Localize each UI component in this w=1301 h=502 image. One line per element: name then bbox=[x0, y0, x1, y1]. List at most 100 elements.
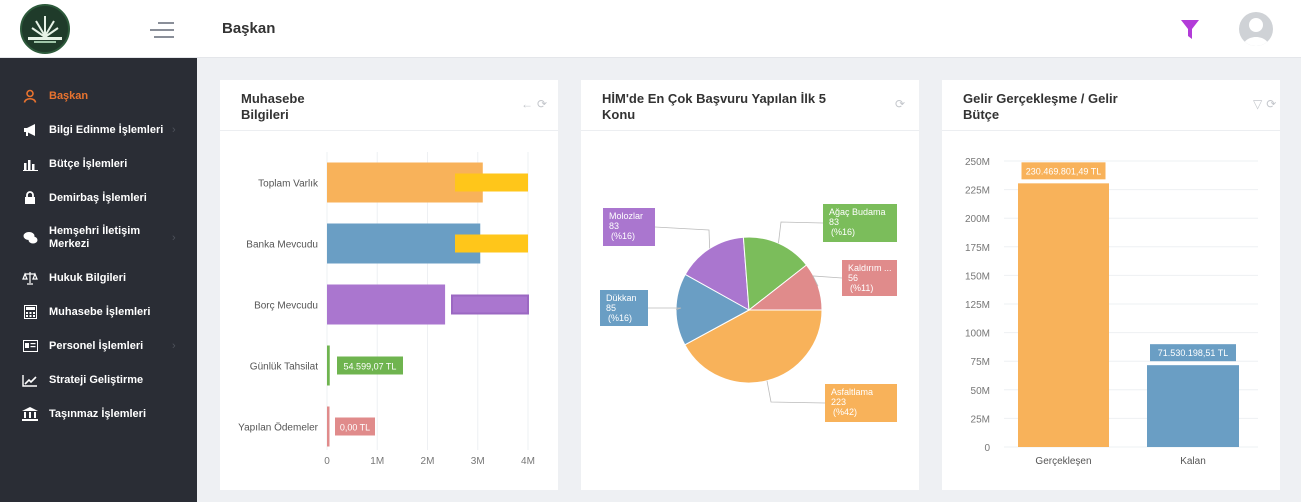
sidebar-item-label: Bilgi Edinme İşlemleri bbox=[49, 123, 164, 136]
bar bbox=[327, 406, 330, 447]
x-tick-label: 2M bbox=[421, 456, 435, 467]
y-tick-label: 175M bbox=[965, 243, 990, 254]
category-label: Yapılan Ödemeler bbox=[238, 422, 319, 434]
sidebar-item-label: Hemşehri İletişim Merkezi bbox=[49, 225, 141, 250]
pie-label-value: 56 bbox=[848, 273, 858, 283]
y-tick-label: 125M bbox=[965, 300, 990, 311]
card-title: Gelir Gerçekleşme / Gelir Bütçe bbox=[963, 91, 1118, 122]
revenue-card: Gelir Gerçekleşme / Gelir Bütçe ▽ ⟳ 0 25M 5… bbox=[942, 80, 1280, 490]
sidebar-item-label: Hukuk Bilgileri bbox=[49, 271, 127, 284]
y-tick-label: 75M bbox=[971, 357, 990, 368]
bar-overlay bbox=[455, 234, 528, 253]
data-label: 0,00 TL bbox=[340, 423, 370, 433]
revenue-bar-chart: 0 25M 50M 75M 100M 125M 150M 175M 200M 225M 250M 23… bbox=[965, 157, 1258, 467]
data-label: 230.469.801,49 TL bbox=[1026, 166, 1101, 176]
pie-label-pct: (%16) bbox=[611, 231, 635, 241]
category-label: Günlük Tahsilat bbox=[250, 362, 318, 373]
x-tick-label: 4M bbox=[521, 456, 535, 467]
pie-label-pct: (%16) bbox=[608, 313, 632, 323]
sidebar-item-demirbas[interactable]: Demirbaş İşlemleri bbox=[0, 183, 197, 213]
sidebar-item-tasinmaz[interactable]: Taşınmaz İşlemleri bbox=[0, 399, 197, 429]
pie-label-value: 85 bbox=[606, 303, 616, 313]
leader-line bbox=[812, 275, 843, 287]
x-tick-label: 0 bbox=[324, 456, 330, 467]
category-label: Borç Mevcudu bbox=[254, 301, 318, 312]
filter-icon[interactable] bbox=[1181, 20, 1199, 40]
sidebar-item-muhasebe[interactable]: Muhasebe İşlemleri bbox=[0, 297, 197, 327]
avatar[interactable] bbox=[1239, 12, 1273, 46]
bar bbox=[327, 345, 330, 386]
sidebar-item-label: Muhasebe İşlemleri bbox=[49, 305, 151, 318]
bar-overlay bbox=[451, 294, 529, 315]
sidebar-item-label: Taşınmaz İşlemleri bbox=[49, 407, 147, 420]
applications-card: HİM'de En Çok Başvuru Yapılan İlk 5 Konu… bbox=[581, 80, 919, 490]
data-label: 71.530.198,51 TL bbox=[1158, 348, 1228, 358]
pie-label-name: Molozlar bbox=[609, 211, 643, 221]
lock-icon bbox=[22, 190, 38, 206]
pie-label-name: Ağaç Budama bbox=[829, 207, 886, 217]
y-tick-label: 150M bbox=[965, 271, 990, 282]
x-category-label: Gerçekleşen bbox=[1035, 456, 1091, 467]
y-tick-label: 0 bbox=[984, 443, 990, 454]
pie-label-name: Kaldırım ... bbox=[848, 263, 892, 273]
y-tick-label: 250M bbox=[965, 157, 990, 168]
y-tick-label: 100M bbox=[965, 329, 990, 340]
category-label: Banka Mevcudu bbox=[246, 240, 318, 251]
x-tick-label: 1M bbox=[370, 456, 384, 467]
leader-line bbox=[766, 380, 826, 404]
sidebar-item-baskan[interactable]: Başkan bbox=[0, 81, 197, 111]
y-tick-label: 200M bbox=[965, 214, 990, 225]
page-title: Başkan bbox=[222, 20, 276, 37]
sidebar: Başkan Bilgi Edinme İşlemleri › Bütçe İş… bbox=[0, 58, 197, 502]
y-tick-label: 50M bbox=[971, 386, 990, 397]
sidebar-item-hemsehri[interactable]: Hemşehri İletişim Merkezi › bbox=[0, 223, 197, 253]
y-tick-label: 25M bbox=[971, 414, 990, 425]
pie-label-name: Asfaltlama bbox=[831, 387, 873, 397]
filter-icon[interactable]: ▽ bbox=[1253, 97, 1262, 111]
scale-icon bbox=[22, 270, 38, 286]
pie-label-value: 83 bbox=[609, 221, 619, 231]
sidebar-item-bilgi-edinme[interactable]: Bilgi Edinme İşlemleri › bbox=[0, 115, 197, 145]
sidebar-item-personel[interactable]: Personel İşlemleri › bbox=[0, 331, 197, 361]
sidebar-item-strateji[interactable]: Strateji Geliştirme bbox=[0, 365, 197, 395]
sidebar-item-label: Bütçe İşlemleri bbox=[49, 157, 128, 170]
accounting-bar-chart: 0 1M 2M 3M 4M Toplam Varlık Banka Mevcudu Borç … bbox=[238, 152, 535, 467]
bar bbox=[1147, 365, 1239, 447]
chat-icon bbox=[22, 230, 38, 246]
pie-label-name: Dükkan bbox=[606, 293, 637, 303]
line-chart-icon bbox=[22, 372, 38, 388]
municipality-logo[interactable] bbox=[20, 4, 70, 54]
applications-pie-chart: Asfaltlama223(%42)Dükkan85(%16)Molozlar8… bbox=[600, 204, 897, 422]
sidebar-item-butce[interactable]: Bütçe İşlemleri bbox=[0, 149, 197, 179]
bar bbox=[327, 284, 446, 325]
x-category-label: Kalan bbox=[1180, 456, 1206, 467]
calculator-icon bbox=[22, 304, 38, 320]
x-tick-label: 3M bbox=[471, 456, 485, 467]
sidebar-item-label: Personel İşlemleri bbox=[49, 339, 144, 352]
card-title: HİM'de En Çok Başvuru Yapılan İlk 5 Konu bbox=[602, 91, 826, 122]
bar-overlay bbox=[455, 173, 528, 192]
card-title: Muhasebe Bilgileri bbox=[241, 91, 305, 122]
id-card-icon bbox=[22, 338, 38, 354]
refresh-icon[interactable]: ⟳ bbox=[1266, 97, 1276, 111]
data-label: 54.599,07 TL bbox=[344, 362, 397, 372]
pie-label-pct: (%16) bbox=[831, 227, 855, 237]
menu-toggle-icon[interactable] bbox=[150, 22, 174, 38]
category-label: Toplam Varlık bbox=[258, 179, 319, 190]
pie-label-value: 83 bbox=[829, 217, 839, 227]
accounting-card: Muhasebe Bilgileri ← ⟳ 0 1M 2M 3M 4M Toplam Va… bbox=[220, 80, 558, 490]
top-bar: Başkan bbox=[0, 0, 1301, 58]
sidebar-item-label: Demirbaş İşlemleri bbox=[49, 191, 147, 204]
y-tick-label: 225M bbox=[965, 186, 990, 197]
sidebar-item-hukuk[interactable]: Hukuk Bilgileri bbox=[0, 263, 197, 293]
sidebar-item-label: Başkan bbox=[49, 89, 89, 102]
back-arrow-icon[interactable]: ← bbox=[521, 97, 533, 111]
megaphone-icon bbox=[22, 122, 38, 138]
refresh-icon[interactable]: ⟳ bbox=[895, 97, 905, 111]
leader-line bbox=[778, 221, 824, 244]
chevron-right-icon: › bbox=[172, 124, 176, 136]
sidebar-item-label: Strateji Geliştirme bbox=[49, 373, 144, 386]
pie-label-value: 223 bbox=[831, 397, 846, 407]
chevron-right-icon: › bbox=[172, 340, 176, 352]
refresh-icon[interactable]: ⟳ bbox=[537, 97, 547, 111]
